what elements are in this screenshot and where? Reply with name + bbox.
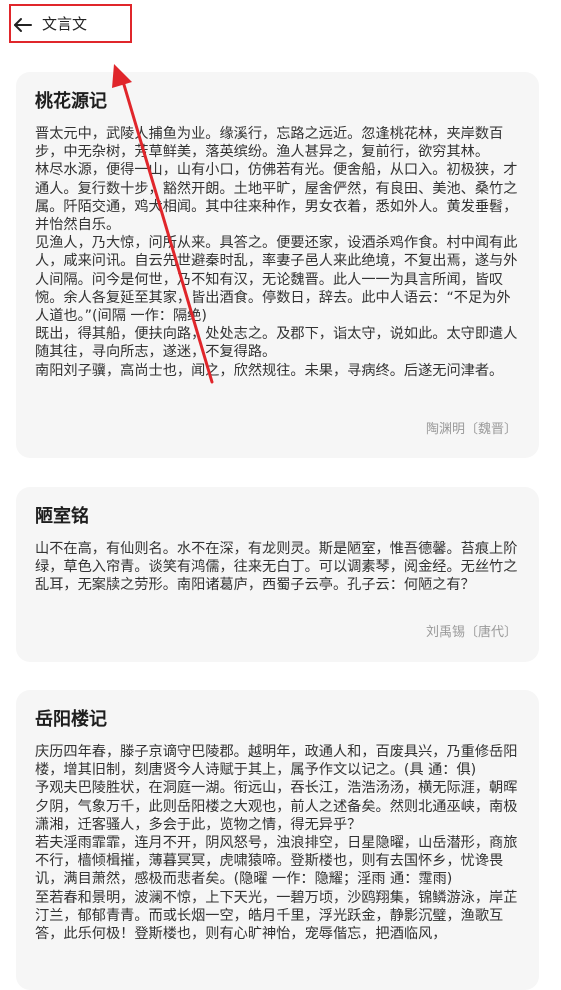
poem-author: 刘禹锡〔唐代〕 bbox=[425, 625, 517, 640]
poem-paragraph: 见渔人，乃大惊，问所从来。具答之。便要还家，设酒杀鸡作食。村中闻有此人，咸来问讯… bbox=[35, 235, 518, 325]
poem-title: 岳阳楼记 bbox=[35, 709, 107, 730]
poem-card-taohuayuanji[interactable]: 桃花源记 晋太元中，武陵人捕鱼为业。缘溪行，忘路之远近。忽逢桃花林，夹岸数百步，… bbox=[16, 72, 539, 458]
arrow-left-icon[interactable] bbox=[12, 14, 34, 36]
poem-title: 桃花源记 bbox=[35, 91, 107, 112]
poem-author: 陶渊明〔魏晋〕 bbox=[425, 422, 517, 437]
poem-body: 山不在高，有仙则名。水不在深，有龙则灵。斯是陋室，惟吾德馨。苔痕上阶绿，草色入帘… bbox=[35, 540, 520, 595]
page-title: 文言文 bbox=[42, 15, 88, 33]
poem-title: 陋室铭 bbox=[35, 506, 89, 527]
poem-body: 晋太元中，武陵人捕鱼为业。缘溪行，忘路之远近。忽逢桃花林，夹岸数百步，中无杂树，… bbox=[35, 125, 520, 380]
poem-paragraph: 林尽水源，便得一山，山有小口，仿佛若有光。便舍船，从口入。初极狭，才通人。复行数… bbox=[35, 162, 518, 234]
header-bar: 文言文 bbox=[0, 0, 561, 50]
poem-paragraph: 庆历四年春，滕子京谪守巴陵郡。越明年，政通人和，百废具兴，乃重修岳阳楼，增其旧制… bbox=[35, 744, 518, 779]
poem-paragraph: 晋太元中，武陵人捕鱼为业。缘溪行，忘路之远近。忽逢桃花林，夹岸数百步，中无杂树，… bbox=[35, 126, 504, 161]
poem-paragraph: 南阳刘子骥，高尚士也，闻之，欣然规往。未果，寻病终。后遂无问津者。 bbox=[35, 362, 504, 379]
poem-paragraph: 既出，得其船，便扶向路，处处志之。及郡下，诣太守，说如此。太守即遣人随其往，寻向… bbox=[35, 326, 518, 361]
poem-body: 庆历四年春，滕子京谪守巴陵郡。越明年，政通人和，百废具兴，乃重修岳阳楼，增其旧制… bbox=[35, 743, 520, 943]
poem-paragraph: 予观夫巴陵胜状，在洞庭一湖。衔远山，吞长江，浩浩汤汤，横无际涯，朝晖夕阴，气象万… bbox=[35, 780, 518, 833]
poem-card-loushiming[interactable]: 陋室铭 山不在高，有仙则名。水不在深，有龙则灵。斯是陋室，惟吾德馨。苔痕上阶绿，… bbox=[16, 487, 539, 662]
poem-paragraph: 山不在高，有仙则名。水不在深，有龙则灵。斯是陋室，惟吾德馨。苔痕上阶绿，草色入帘… bbox=[35, 541, 518, 594]
poem-paragraph: 至若春和景明，波澜不惊，上下天光，一碧万顷，沙鸥翔集，锦鳞游泳，岸芷汀兰，郁郁青… bbox=[35, 889, 518, 943]
poem-paragraph: 若夫淫雨霏霏，连月不开，阴风怒号，浊浪排空，日星隐曜，山岳潜形，商旅不行，樯倾楫… bbox=[35, 835, 518, 888]
poem-card-yueyanglouji[interactable]: 岳阳楼记 庆历四年春，滕子京谪守巴陵郡。越明年，政通人和，百废具兴，乃重修岳阳楼… bbox=[16, 690, 539, 990]
